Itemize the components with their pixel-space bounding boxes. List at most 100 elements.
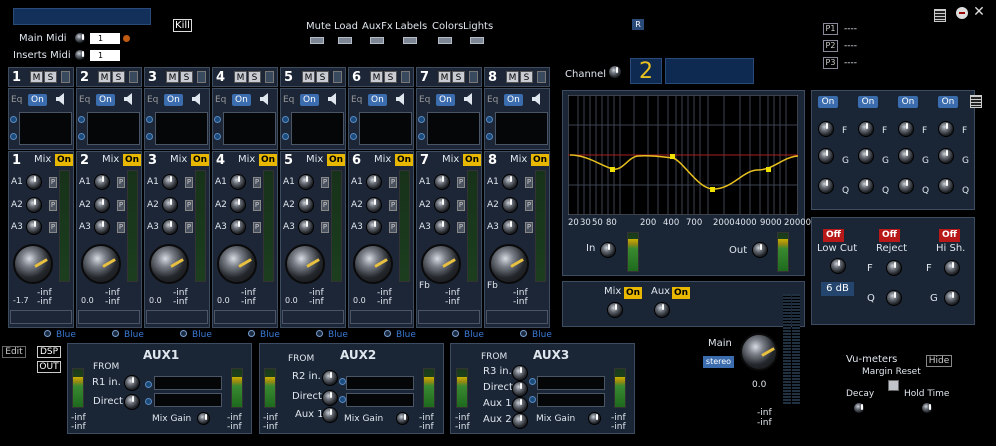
- strip-insert-led-1[interactable]: [10, 116, 17, 123]
- band-gain-knob[interactable]: [938, 148, 954, 164]
- eq-point-1[interactable]: [610, 167, 615, 172]
- strip-insert-led-2[interactable]: [146, 133, 153, 140]
- strip-a1-pre-button[interactable]: P: [253, 177, 261, 188]
- preset-p1-button[interactable]: P1: [823, 23, 838, 35]
- strip-a2-knob[interactable]: [94, 197, 110, 213]
- strip-eq-on-toggle[interactable]: On: [232, 94, 251, 106]
- strip-a3-knob[interactable]: [502, 219, 518, 235]
- strip-name-display[interactable]: [78, 310, 140, 324]
- strip-insert-led-2[interactable]: [10, 133, 17, 140]
- main-midi-knob[interactable]: [74, 32, 86, 44]
- mixaux-aux-knob[interactable]: [654, 302, 670, 318]
- eq-point-3[interactable]: [710, 187, 715, 192]
- speaker-icon[interactable]: [124, 93, 134, 105]
- strip-a1-pre-button[interactable]: P: [321, 177, 329, 188]
- strip-mix-on-toggle[interactable]: On: [327, 154, 346, 166]
- strip-insert-led-1[interactable]: [418, 116, 425, 123]
- strip-mute-button[interactable]: M: [438, 71, 451, 83]
- strip-a3-knob[interactable]: [366, 219, 382, 235]
- strip-mix-on-toggle[interactable]: On: [123, 154, 142, 166]
- reject-q-knob[interactable]: [886, 290, 902, 306]
- strip-rec-button[interactable]: [333, 71, 342, 83]
- strip-a3-knob[interactable]: [298, 219, 314, 235]
- color-radio-icon[interactable]: [180, 330, 187, 337]
- strip-a2-knob[interactable]: [26, 197, 42, 213]
- mixaux-mix-knob[interactable]: [607, 302, 623, 318]
- strip-a2-knob[interactable]: [366, 197, 382, 213]
- strip-mix-on-toggle[interactable]: On: [259, 154, 278, 166]
- vu-hide-button[interactable]: Hide: [926, 355, 952, 367]
- low-cut-freq-knob[interactable]: [830, 258, 846, 274]
- strip-a2-knob[interactable]: [162, 197, 178, 213]
- strip-insert-led-2[interactable]: [350, 133, 357, 140]
- strip-mute-button[interactable]: M: [30, 71, 43, 83]
- speaker-icon[interactable]: [396, 93, 406, 105]
- strip-volume-knob[interactable]: [285, 244, 325, 284]
- strip-rec-button[interactable]: [401, 71, 410, 83]
- color-radio-icon[interactable]: [248, 330, 255, 337]
- strip-mute-button[interactable]: M: [302, 71, 315, 83]
- color-radio-icon[interactable]: [452, 330, 459, 337]
- strip-eq-on-toggle[interactable]: On: [436, 94, 455, 106]
- strip-volume-knob[interactable]: [13, 244, 53, 284]
- strip-a1-knob[interactable]: [298, 174, 314, 190]
- decay-knob[interactable]: [853, 402, 865, 414]
- strip-mix-on-toggle[interactable]: On: [395, 154, 414, 166]
- strip-eq-on-toggle[interactable]: On: [368, 94, 387, 106]
- strip-a3-pre-button[interactable]: P: [49, 222, 57, 233]
- copy-icon[interactable]: [934, 9, 946, 22]
- strip-volume-knob[interactable]: [217, 244, 257, 284]
- speaker-icon[interactable]: [56, 93, 66, 105]
- reject-freq-knob[interactable]: [886, 260, 902, 276]
- aux2-direct-knob[interactable]: [322, 390, 338, 406]
- strip-rec-button[interactable]: [469, 71, 478, 83]
- band-gain-knob[interactable]: [858, 148, 874, 164]
- strip-solo-button[interactable]: S: [44, 71, 57, 83]
- strip-a2-pre-button[interactable]: P: [117, 200, 125, 211]
- strip-a1-pre-button[interactable]: P: [457, 177, 465, 188]
- edit-button[interactable]: Edit: [2, 346, 26, 358]
- strip-a3-pre-button[interactable]: P: [117, 222, 125, 233]
- strip-a1-knob[interactable]: [434, 174, 450, 190]
- band-on-toggle[interactable]: On: [938, 96, 958, 108]
- strip-a3-knob[interactable]: [230, 219, 246, 235]
- strip-name-display[interactable]: [146, 310, 208, 324]
- aux3-aux2-knob[interactable]: [512, 413, 528, 429]
- band-gain-knob[interactable]: [898, 148, 914, 164]
- strip-mute-button[interactable]: M: [370, 71, 383, 83]
- strip-insert-led-2[interactable]: [78, 133, 85, 140]
- strip-insert-display[interactable]: [291, 112, 344, 145]
- aux3-direct-knob[interactable]: [512, 381, 528, 397]
- kill-button[interactable]: Kill: [173, 19, 192, 32]
- strip-name-display[interactable]: [214, 310, 276, 324]
- strip-a2-knob[interactable]: [502, 197, 518, 213]
- hold-time-knob[interactable]: [921, 402, 933, 414]
- band-freq-knob[interactable]: [938, 121, 954, 137]
- reject-off-toggle[interactable]: Off: [879, 229, 900, 242]
- strip-solo-button[interactable]: S: [384, 71, 397, 83]
- band-on-toggle[interactable]: On: [858, 96, 878, 108]
- hi-sh-gain-knob[interactable]: [944, 290, 960, 306]
- strip-mix-on-toggle[interactable]: On: [191, 154, 210, 166]
- auxfx-button[interactable]: [370, 37, 384, 44]
- strip-a3-pre-button[interactable]: P: [253, 222, 261, 233]
- strip-a3-knob[interactable]: [94, 219, 110, 235]
- eq-point-2[interactable]: [670, 154, 675, 159]
- speaker-icon[interactable]: [328, 93, 338, 105]
- strip-rec-button[interactable]: [265, 71, 274, 83]
- aux1-mix-gain-knob[interactable]: [197, 412, 210, 425]
- band-gain-knob[interactable]: [818, 148, 834, 164]
- strip-insert-led-2[interactable]: [214, 133, 221, 140]
- strip-a3-pre-button[interactable]: P: [457, 222, 465, 233]
- color-radio-icon[interactable]: [520, 330, 527, 337]
- strip-a2-pre-button[interactable]: P: [525, 200, 533, 211]
- strip-eq-on-toggle[interactable]: On: [164, 94, 183, 106]
- band-on-toggle[interactable]: On: [818, 96, 838, 108]
- aux3-r3-knob[interactable]: [512, 365, 528, 381]
- strip-insert-led-1[interactable]: [146, 116, 153, 123]
- strip-insert-led-1[interactable]: [350, 116, 357, 123]
- strip-a1-pre-button[interactable]: P: [525, 177, 533, 188]
- bands-copy-icon[interactable]: [970, 95, 982, 108]
- aux1-r1-knob[interactable]: [124, 375, 140, 391]
- strip-a1-pre-button[interactable]: P: [185, 177, 193, 188]
